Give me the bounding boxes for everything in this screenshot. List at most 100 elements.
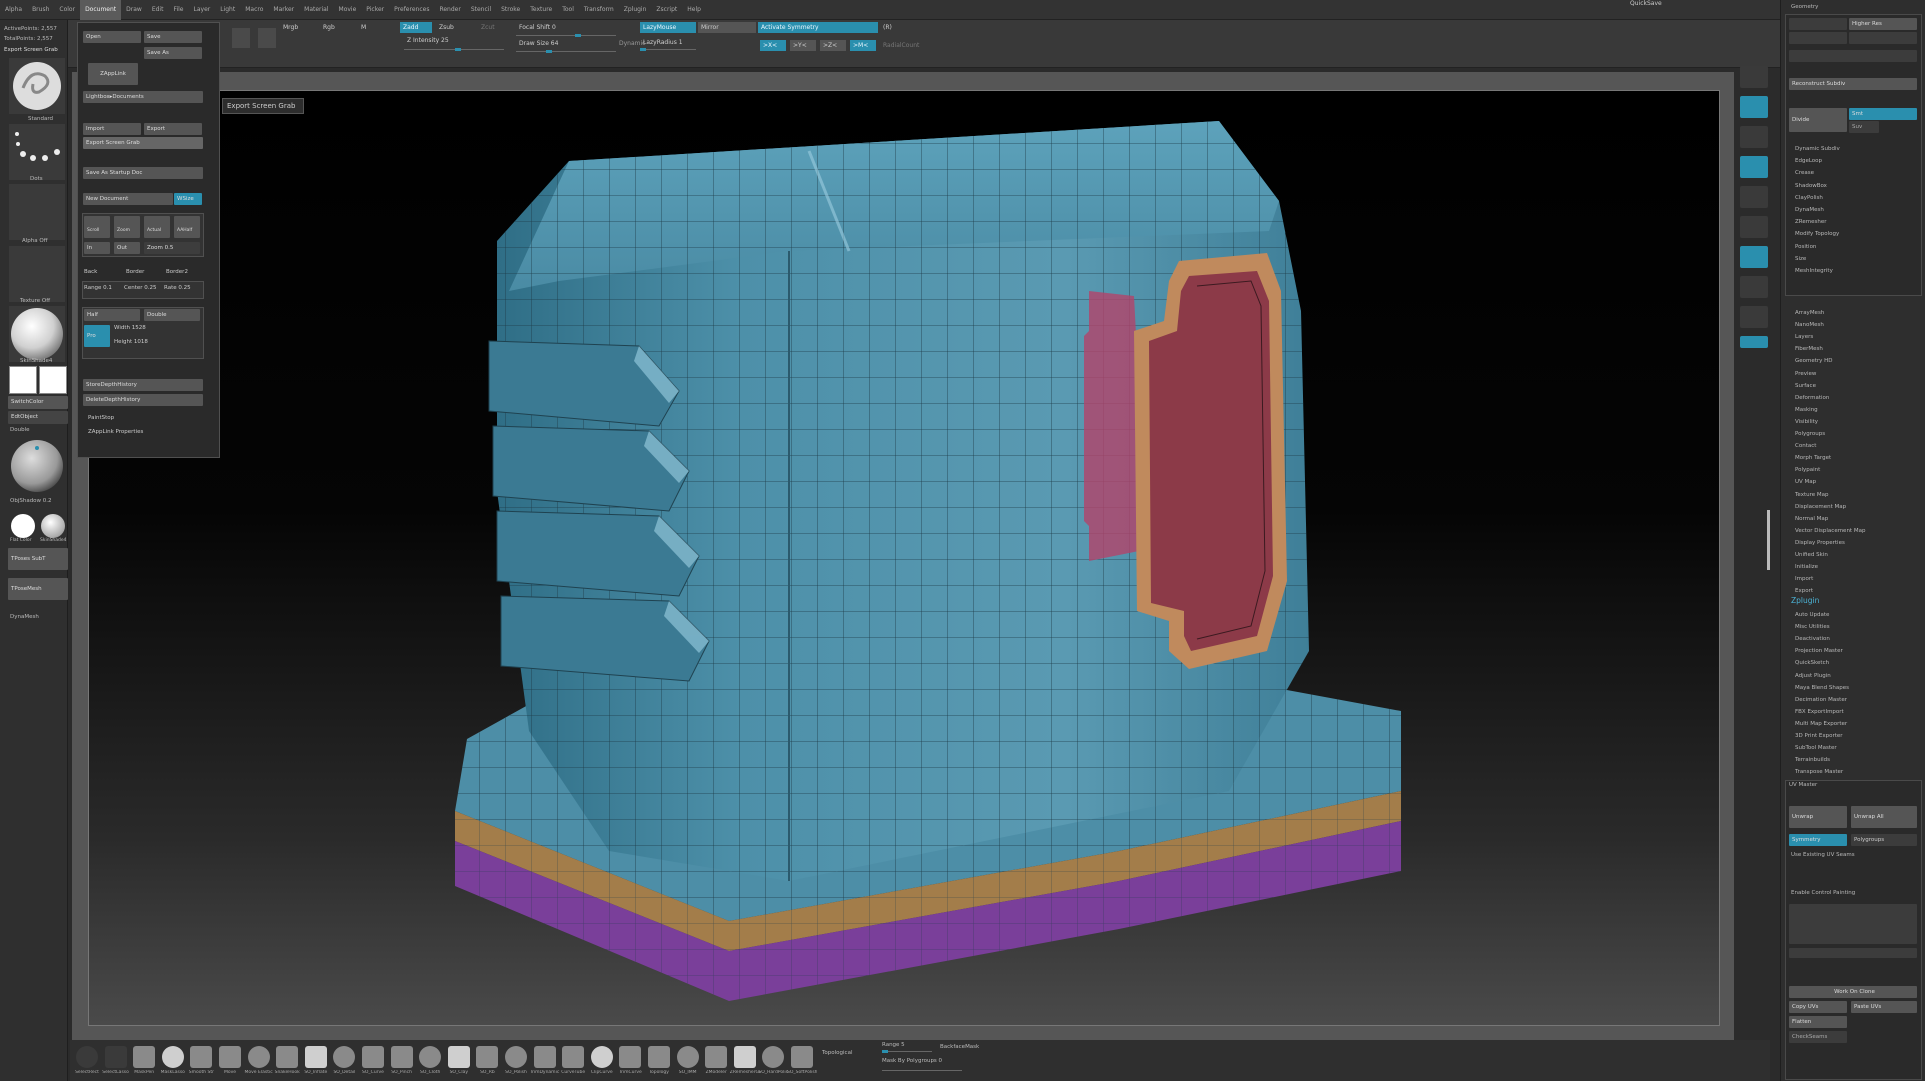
tpose-mesh-button[interactable]: TPoseMesh xyxy=(8,578,68,600)
lazymouse-button[interactable]: LazyMouse xyxy=(640,22,696,33)
plugin-2[interactable]: Deactivation xyxy=(1795,636,1830,642)
subpalette-22[interactable]: Import xyxy=(1795,576,1813,582)
menu-item-alpha[interactable]: Alpha xyxy=(0,0,27,20)
sym-y-button[interactable]: >Y< xyxy=(790,40,816,51)
menu-item-zplugin[interactable]: Zplugin xyxy=(619,0,652,20)
subpalette-16[interactable]: Displacement Map xyxy=(1795,504,1846,510)
double-button[interactable]: Double xyxy=(144,309,200,321)
menu-item-macro[interactable]: Macro xyxy=(240,0,268,20)
plugin-3[interactable]: Projection Master xyxy=(1795,648,1843,654)
subpalette-4[interactable]: Geometry HD xyxy=(1795,358,1833,364)
plugin-8[interactable]: FBX ExportImport xyxy=(1795,709,1844,715)
subpalette-7[interactable]: Deformation xyxy=(1795,395,1829,401)
flat-color-icon[interactable] xyxy=(11,514,35,538)
subpalette-21[interactable]: Initialize xyxy=(1795,564,1818,570)
brush-move-icon[interactable] xyxy=(219,1046,241,1068)
sym-m-button[interactable]: >M< xyxy=(850,40,876,51)
copy-uvs-button[interactable]: Copy UVs xyxy=(1789,1001,1847,1013)
main-color-swatch[interactable] xyxy=(9,366,37,394)
brush-masklasso-icon[interactable] xyxy=(161,1046,184,1068)
enable-control-painting-toggle[interactable]: Enable Control Painting xyxy=(1791,890,1855,896)
rate-slider[interactable]: Rate 0.25 xyxy=(164,285,191,291)
menu-item-draw[interactable]: Draw xyxy=(121,0,147,20)
plugin-4[interactable]: QuickSketch xyxy=(1795,660,1829,666)
import-button[interactable]: Import xyxy=(83,123,141,135)
draw-icon[interactable] xyxy=(258,28,276,48)
menu-item-texture[interactable]: Texture xyxy=(525,0,557,20)
export-button[interactable]: Export xyxy=(144,123,202,135)
scale-view-icon[interactable] xyxy=(1740,216,1768,238)
plugin-5[interactable]: Adjust Plugin xyxy=(1795,673,1831,679)
brush-smooth-str-icon[interactable] xyxy=(190,1046,213,1068)
brush-trimcurve-icon[interactable] xyxy=(619,1046,642,1068)
brush-so-softpolish-icon[interactable] xyxy=(791,1046,813,1068)
menu-item-edit[interactable]: Edit xyxy=(147,0,169,20)
zoom-button[interactable]: Zoom xyxy=(114,216,140,238)
zoom-in-button[interactable]: In xyxy=(84,242,110,254)
brush-so-cloth-icon[interactable] xyxy=(419,1046,442,1068)
brush-trimdynamic-icon[interactable] xyxy=(533,1046,556,1068)
subpalette-17[interactable]: Normal Map xyxy=(1795,516,1828,522)
plugin-9[interactable]: Multi Map Exporter xyxy=(1795,721,1847,727)
brush-zmodeler-icon[interactable] xyxy=(705,1046,728,1068)
menu-item-stroke[interactable]: Stroke xyxy=(496,0,525,20)
subpalette-12[interactable]: Morph Target xyxy=(1795,455,1831,461)
menu-item-material[interactable]: Material xyxy=(299,0,333,20)
geometry-header[interactable]: Geometry xyxy=(1791,4,1818,10)
menu-item-stencil[interactable]: Stencil xyxy=(466,0,496,20)
edit-object-button[interactable]: EdtObject xyxy=(8,411,68,424)
brush-so-clay-icon[interactable] xyxy=(447,1046,470,1068)
activate-symmetry-button[interactable]: Activate Symmetry xyxy=(758,22,878,33)
geometry-section-1[interactable]: EdgeLoop xyxy=(1795,158,1822,164)
m-button[interactable]: M xyxy=(358,22,369,33)
subpalette-2[interactable]: Layers xyxy=(1795,334,1813,340)
brush-selectrect-icon[interactable] xyxy=(76,1046,98,1068)
menu-item-picker[interactable]: Picker xyxy=(361,0,389,20)
menu-item-brush[interactable]: Brush xyxy=(27,0,54,20)
half-button[interactable]: Half xyxy=(84,309,140,321)
paint-stop-label[interactable]: PaintStop xyxy=(88,415,114,421)
checkseams-button[interactable]: CheckSeams xyxy=(1789,1031,1847,1043)
subpalette-20[interactable]: Unified Skin xyxy=(1795,552,1828,558)
range-slider[interactable]: Range 0.1 xyxy=(84,285,112,291)
geometry-section-10[interactable]: MeshIntegrity xyxy=(1795,268,1833,274)
zoom-out-button[interactable]: Out xyxy=(114,242,140,254)
brush-so-inflate-icon[interactable] xyxy=(304,1046,327,1068)
divide-button[interactable]: Divide xyxy=(1789,108,1847,132)
store-depth-history-button[interactable]: StoreDepthHistory xyxy=(83,379,203,391)
menu-item-layer[interactable]: Layer xyxy=(189,0,216,20)
work-on-clone-button[interactable]: Work On Clone xyxy=(1789,986,1917,998)
subpalette-11[interactable]: Contact xyxy=(1795,443,1816,449)
paste-uvs-button[interactable]: Paste UVs xyxy=(1851,1001,1917,1013)
reconstruct-subdiv-button[interactable]: Reconstruct Subdiv xyxy=(1789,78,1917,90)
menu-item-preferences[interactable]: Preferences xyxy=(389,0,434,20)
subpalette-18[interactable]: Vector Displacement Map xyxy=(1795,528,1865,534)
plugin-1[interactable]: Misc Utilities xyxy=(1795,624,1830,630)
brush-so-rb-icon[interactable] xyxy=(476,1046,499,1068)
save-as-startup-doc-button[interactable]: Save As Startup Doc xyxy=(83,167,203,179)
brush-maskpen-icon[interactable] xyxy=(133,1046,156,1068)
plugin-10[interactable]: 3D Print Exporter xyxy=(1795,733,1843,739)
brush-so-curve-icon[interactable] xyxy=(362,1046,384,1068)
edit-icon[interactable] xyxy=(232,28,250,48)
subpalette-15[interactable]: Texture Map xyxy=(1795,492,1829,498)
stroke-thumbnail[interactable] xyxy=(9,124,65,180)
brush-so-imm-icon[interactable] xyxy=(676,1046,699,1068)
geometry-section-6[interactable]: ZRemesher xyxy=(1795,219,1826,225)
export-screen-grab-button[interactable]: Export Screen Grab xyxy=(83,137,203,149)
polygroups-button[interactable]: Polygroups xyxy=(1851,834,1917,846)
radialcount-slider[interactable]: RadialCount xyxy=(880,40,922,51)
move-view-icon[interactable] xyxy=(1740,186,1768,208)
menu-item-file[interactable]: File xyxy=(168,0,188,20)
texture-thumbnail[interactable] xyxy=(9,246,65,302)
focal-shift-slider[interactable]: Focal Shift 0 xyxy=(516,22,559,33)
subpalette-23[interactable]: Export xyxy=(1795,588,1813,594)
menu-item-marker[interactable]: Marker xyxy=(268,0,299,20)
floor-icon[interactable] xyxy=(1740,96,1768,118)
uv-master-header[interactable]: UV Master xyxy=(1789,782,1817,788)
local-icon[interactable] xyxy=(1740,126,1768,148)
transp-icon[interactable] xyxy=(1740,276,1768,298)
backface-mask-button[interactable]: BackfaceMask xyxy=(940,1044,979,1050)
panel-splitter[interactable] xyxy=(1767,510,1770,570)
subpalette-0[interactable]: ArrayMesh xyxy=(1795,310,1824,316)
